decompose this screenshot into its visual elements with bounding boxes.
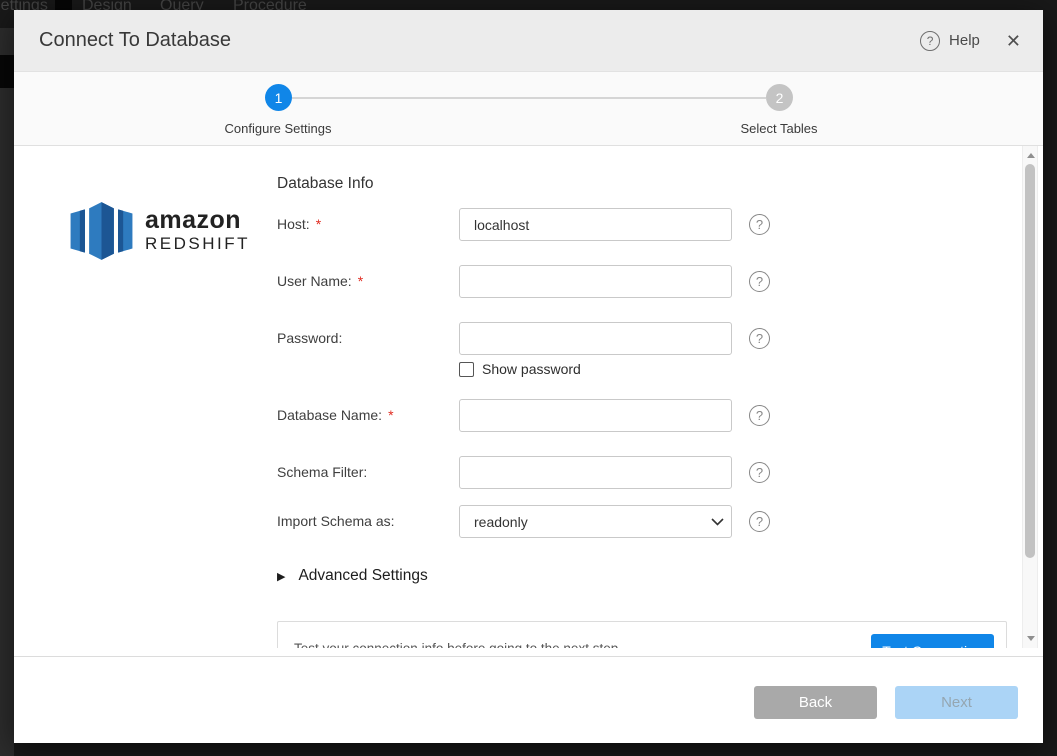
required-asterisk: * <box>316 216 321 232</box>
schema-filter-row: Schema Filter: ? <box>277 456 807 489</box>
redshift-wordmark: amazon REDSHIFT <box>145 208 250 254</box>
import-schema-label: Import Schema as: <box>277 505 395 538</box>
amazon-redshift-logo: amazon REDSHIFT <box>68 198 250 264</box>
password-input[interactable] <box>459 322 732 355</box>
database-name-input[interactable] <box>459 399 732 432</box>
help-button[interactable]: ? Help <box>920 31 980 51</box>
help-circle-icon: ? <box>920 31 940 51</box>
username-input[interactable] <box>459 265 732 298</box>
wizard-steps: 1 2 Configure Settings Select Tables <box>14 72 1043 146</box>
show-password-checkbox[interactable] <box>459 362 474 377</box>
required-asterisk: * <box>358 273 363 289</box>
username-row: User Name:* ? <box>277 265 807 298</box>
close-icon[interactable]: ✕ <box>1006 32 1021 50</box>
advanced-settings-toggle[interactable]: ▶ Advanced Settings <box>277 567 428 585</box>
host-label: Host:* <box>277 208 321 241</box>
background-decor <box>0 55 14 88</box>
scroll-down-icon[interactable] <box>1027 636 1035 641</box>
scrollbar-thumb[interactable] <box>1025 164 1035 558</box>
host-row: Host:* ? <box>277 208 807 241</box>
dialog-title: Connect To Database <box>39 29 920 52</box>
step-1-indicator: 1 <box>265 84 292 111</box>
password-label: Password: <box>277 322 342 355</box>
logo-product-text: REDSHIFT <box>145 233 250 254</box>
dialog-footer: Back Next <box>14 656 1043 743</box>
background-panel <box>0 28 14 756</box>
scroll-viewport: amazon REDSHIFT Database Info Host:* ? U… <box>14 146 1043 648</box>
redshift-icon <box>68 198 135 264</box>
next-button[interactable]: Next <box>895 686 1018 719</box>
back-button[interactable]: Back <box>754 686 877 719</box>
database-name-row: Database Name:* ? <box>277 399 807 432</box>
scroll-up-icon[interactable] <box>1027 153 1035 158</box>
step-2-label: Select Tables <box>669 121 889 136</box>
username-label: User Name:* <box>277 265 363 298</box>
dialog-header: Connect To Database ? Help ✕ <box>14 10 1043 72</box>
step-connector-line <box>292 97 766 99</box>
password-help-icon[interactable]: ? <box>749 328 770 349</box>
database-name-help-icon[interactable]: ? <box>749 405 770 426</box>
caret-right-icon: ▶ <box>277 570 285 583</box>
logo-brand-text: amazon <box>145 208 250 233</box>
test-connection-panel: Test your connection info before going t… <box>277 621 1007 648</box>
import-schema-row: Import Schema as: readonly ? <box>277 505 807 538</box>
schema-filter-input[interactable] <box>459 456 732 489</box>
show-password-row: Show password <box>459 361 581 377</box>
required-asterisk: * <box>388 407 393 423</box>
host-input[interactable] <box>459 208 732 241</box>
form-heading: Database Info <box>277 175 374 193</box>
help-label: Help <box>949 32 980 49</box>
dialog-content: amazon REDSHIFT Database Info Host:* ? U… <box>14 146 1043 656</box>
vertical-scrollbar[interactable] <box>1022 146 1038 648</box>
schema-filter-label: Schema Filter: <box>277 456 367 489</box>
schema-filter-help-icon[interactable]: ? <box>749 462 770 483</box>
username-help-icon[interactable]: ? <box>749 271 770 292</box>
advanced-settings-label: Advanced Settings <box>298 567 427 585</box>
test-connection-button[interactable]: Test Connection <box>871 634 994 648</box>
show-password-label: Show password <box>482 361 581 377</box>
database-name-label: Database Name:* <box>277 399 394 432</box>
import-schema-select[interactable]: readonly <box>459 505 732 538</box>
password-row: Password: ? <box>277 322 807 355</box>
host-help-icon[interactable]: ? <box>749 214 770 235</box>
step-1-label: Configure Settings <box>168 121 388 136</box>
connect-to-database-dialog: Connect To Database ? Help ✕ 1 2 Configu… <box>14 10 1043 743</box>
test-connection-hint: Test your connection info before going t… <box>294 641 622 648</box>
step-2-indicator: 2 <box>766 84 793 111</box>
import-schema-help-icon[interactable]: ? <box>749 511 770 532</box>
